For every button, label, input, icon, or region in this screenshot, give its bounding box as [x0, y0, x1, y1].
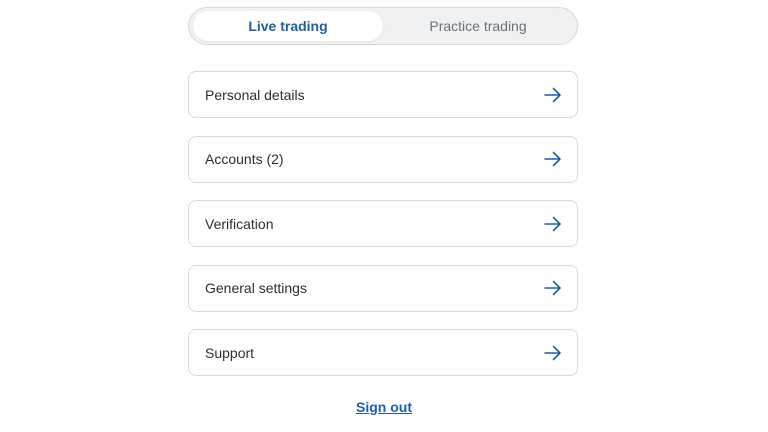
arrow-right-icon	[544, 345, 561, 360]
tab-live-trading-label: Live trading	[248, 18, 328, 34]
menu-item-personal-details[interactable]: Personal details	[188, 71, 578, 118]
menu-item-label: Verification	[205, 215, 274, 232]
arrow-right-icon	[544, 280, 561, 296]
menu-item-label: Accounts (2)	[205, 151, 284, 167]
tab-practice-trading-label: Practice trading	[429, 18, 527, 34]
sign-out-link[interactable]: Sign out	[356, 399, 412, 415]
arrow-right-icon	[544, 216, 561, 231]
menu-item-label: Support	[205, 344, 255, 361]
menu-item-label: Personal details	[205, 86, 305, 103]
menu-item-label: General settings	[205, 280, 307, 296]
arrow-right-icon	[544, 151, 561, 167]
trading-mode-switch: Live trading Practice trading	[188, 7, 578, 45]
account-settings-page: Live trading Practice trading Personal d…	[0, 0, 768, 432]
menu-item-accounts[interactable]: Accounts (2)	[188, 135, 578, 183]
menu-item-general-settings[interactable]: General settings	[188, 264, 578, 312]
sign-out-container: Sign out	[0, 399, 768, 417]
tab-live-trading[interactable]: Live trading	[193, 11, 383, 41]
tab-practice-trading[interactable]: Practice trading	[383, 11, 573, 41]
arrow-right-icon	[544, 87, 561, 102]
menu-item-support[interactable]: Support	[188, 329, 578, 376]
settings-menu: Personal details Accounts (2) Verificati…	[188, 71, 578, 394]
menu-item-verification[interactable]: Verification	[188, 200, 578, 247]
